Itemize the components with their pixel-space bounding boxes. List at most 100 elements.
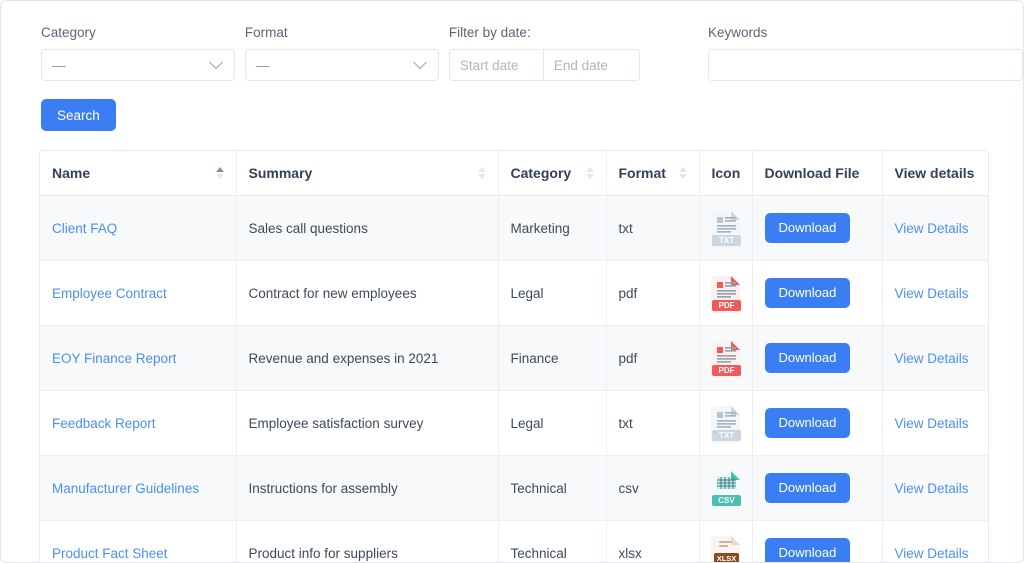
column-header-name[interactable]: Name	[40, 151, 237, 196]
table-header-row: Name Summary Category Format Icon Download Fi…	[40, 151, 988, 196]
end-date-input[interactable]	[543, 49, 640, 81]
table-row: Product Fact Sheet Product info for suppl…	[40, 520, 988, 563]
cell-category: Legal	[498, 260, 607, 326]
cell-category: Technical	[498, 455, 607, 521]
cell-view-details: View Details	[882, 520, 988, 562]
document-name-link[interactable]: Product Fact Sheet	[52, 546, 168, 561]
keywords-filter-group: Keywords	[708, 25, 1023, 81]
sort-toggle-icon[interactable]	[477, 167, 486, 179]
documents-table: Name Summary Category Format Icon Download Fi…	[40, 151, 988, 563]
category-select[interactable]: —	[41, 49, 235, 81]
sort-ascending-icon	[215, 167, 224, 172]
download-button[interactable]: Download	[764, 473, 851, 503]
table-header: Name Summary Category Format Icon Download Fi…	[40, 151, 988, 196]
sort-descending-icon	[585, 174, 594, 179]
cell-summary: Employee satisfaction survey	[236, 390, 499, 456]
download-button[interactable]: Download	[764, 213, 851, 243]
column-header-summary[interactable]: Summary	[236, 151, 499, 196]
cell-format: txt	[606, 195, 700, 261]
column-header-label: Category	[510, 165, 572, 181]
cell-name: Client FAQ	[40, 195, 237, 261]
column-header-format[interactable]: Format	[606, 151, 700, 196]
download-button[interactable]: Download	[764, 408, 851, 438]
column-header-label: Summary	[248, 165, 313, 181]
cell-name: Feedback Report	[40, 390, 237, 456]
documents-page: Category — Format — Filter by date: K	[0, 0, 1024, 563]
table-row: Client FAQ Sales call questions Marketing t…	[40, 195, 988, 261]
view-details-link[interactable]: View Details	[895, 221, 969, 236]
sort-toggle-icon[interactable]	[215, 167, 224, 179]
column-header-label: Download File	[764, 165, 860, 181]
pdf-file-icon: PDF	[699, 260, 753, 326]
search-button[interactable]: Search	[41, 99, 116, 131]
column-header-label: Name	[52, 165, 91, 181]
txt-file-icon: TXT	[699, 195, 753, 261]
cell-summary: Product info for suppliers	[236, 520, 499, 562]
cell-view-details: View Details	[882, 260, 988, 326]
view-details-link[interactable]: View Details	[895, 481, 969, 496]
keywords-input[interactable]	[708, 49, 1023, 81]
document-name-link[interactable]: Manufacturer Guidelines	[52, 481, 199, 496]
sort-toggle-icon[interactable]	[678, 167, 687, 179]
cell-view-details: View Details	[882, 455, 988, 521]
pdf-file-icon: PDF	[699, 325, 753, 391]
column-header-label: Icon	[711, 165, 741, 181]
download-button[interactable]: Download	[764, 343, 851, 373]
sort-ascending-icon	[477, 167, 486, 172]
download-button[interactable]: Download	[764, 278, 851, 308]
cell-format: csv	[606, 455, 700, 521]
column-header-icon: Icon	[699, 151, 753, 196]
cell-download: Download	[752, 455, 883, 521]
sort-ascending-icon	[678, 167, 687, 172]
table-row: Employee Contract Contract for new employ…	[40, 260, 988, 326]
document-name-link[interactable]: Feedback Report	[52, 416, 156, 431]
sort-ascending-icon	[585, 167, 594, 172]
cell-name: Manufacturer Guidelines	[40, 455, 237, 521]
filter-bar: Category — Format — Filter by date: K	[1, 1, 1023, 81]
sort-toggle-icon[interactable]	[585, 167, 594, 179]
csv-file-icon: CSV	[699, 455, 753, 521]
column-header-category[interactable]: Category	[498, 151, 607, 196]
cell-name: Employee Contract	[40, 260, 237, 326]
date-filter-group: Filter by date:	[448, 25, 640, 81]
download-button[interactable]: Download	[764, 538, 851, 562]
category-filter-group: Category —	[41, 25, 235, 81]
chevron-down-icon	[208, 55, 224, 70]
view-details-link[interactable]: View Details	[895, 351, 969, 366]
view-details-link[interactable]: View Details	[895, 286, 969, 301]
svg-text:TXT: TXT	[718, 431, 733, 440]
xlsx-file-icon: XLSX	[699, 520, 753, 563]
start-date-input[interactable]	[448, 49, 544, 81]
cell-view-details: View Details	[882, 325, 988, 391]
svg-text:PDF: PDF	[718, 301, 734, 310]
column-header-download-file: Download File	[752, 151, 883, 196]
cell-download: Download	[752, 325, 883, 391]
sort-descending-icon	[678, 174, 687, 179]
document-name-link[interactable]: Employee Contract	[52, 286, 167, 301]
view-details-link[interactable]: View Details	[895, 416, 969, 431]
sort-descending-icon	[215, 174, 224, 179]
cell-name: EOY Finance Report	[40, 325, 237, 391]
cell-view-details: View Details	[882, 195, 988, 261]
view-details-link[interactable]: View Details	[895, 546, 969, 561]
svg-text:CSV: CSV	[718, 496, 735, 505]
table-row: Manufacturer Guidelines Instructions for …	[40, 455, 988, 521]
document-name-link[interactable]: EOY Finance Report	[52, 351, 176, 366]
document-name-link[interactable]: Client FAQ	[52, 221, 117, 236]
date-filter-label: Filter by date:	[448, 25, 531, 40]
sort-descending-icon	[477, 174, 486, 179]
column-header-label: View details	[894, 165, 975, 181]
cell-summary: Contract for new employees	[236, 260, 499, 326]
format-filter-group: Format —	[244, 25, 439, 81]
category-label: Category	[41, 25, 96, 40]
format-select[interactable]: —	[244, 49, 439, 81]
cell-summary: Instructions for assembly	[236, 455, 499, 521]
svg-text:XLSX: XLSX	[716, 554, 736, 563]
format-label: Format	[244, 25, 288, 40]
cell-format: txt	[606, 390, 700, 456]
table-body: Client FAQ Sales call questions Marketing t…	[40, 195, 988, 563]
cell-format: xlsx	[606, 520, 700, 562]
documents-table-container: Name Summary Category Format Icon Download Fi…	[39, 150, 989, 563]
cell-format: pdf	[606, 325, 700, 391]
column-header-view-details: View details	[882, 151, 988, 196]
